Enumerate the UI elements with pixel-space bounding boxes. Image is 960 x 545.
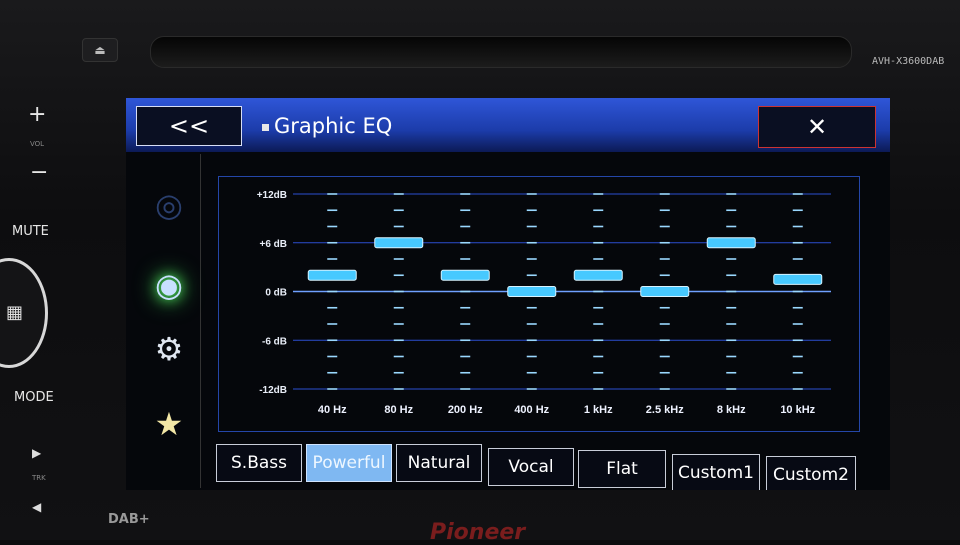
eq-slider xyxy=(374,237,424,249)
preset-custom2-button[interactable]: Custom2 xyxy=(766,456,856,490)
x-tick-label: 200 Hz xyxy=(448,404,483,416)
preset-vocal-button[interactable]: Vocal xyxy=(488,448,574,486)
title-bar: << Graphic EQ ✕ xyxy=(126,98,890,152)
eq-slider xyxy=(307,269,357,281)
y-tick-label: 0 dB xyxy=(265,288,287,299)
prev-track-icon[interactable]: ◀ xyxy=(32,500,41,514)
track-label: TRK xyxy=(32,474,46,482)
preset-sbass-button[interactable]: S.Bass xyxy=(216,444,302,482)
y-tick-label: +12dB xyxy=(257,190,287,201)
eq-slider xyxy=(507,286,557,297)
home-grid-icon[interactable]: ▦ xyxy=(6,302,23,323)
mute-button[interactable]: MUTE xyxy=(12,224,49,239)
x-tick-label: 10 kHz xyxy=(780,404,815,416)
settings-icon[interactable]: ⚙ xyxy=(144,324,194,374)
eq-panel: +12dB +6 dB 0 dB -6 dB -12dB 40 Hz 80 Hz 200 Hz… xyxy=(218,176,860,432)
x-tick-label: 400 Hz xyxy=(514,404,549,416)
dab-logo: DAB+ xyxy=(108,512,150,527)
title-bullet xyxy=(262,124,269,131)
preset-custom1-button[interactable]: Custom1 xyxy=(672,454,760,490)
close-button[interactable]: ✕ xyxy=(758,106,876,148)
x-tick-label: 80 Hz xyxy=(384,404,413,416)
eq-chart: +12dB +6 dB 0 dB -6 dB -12dB 40 Hz 80 Hz 200 Hz… xyxy=(257,190,831,416)
volume-up-button[interactable]: + xyxy=(28,102,46,127)
eq-slider xyxy=(773,273,823,285)
preset-powerful-button[interactable]: Powerful xyxy=(306,444,392,482)
model-label: AVH-X3600DAB xyxy=(872,56,945,67)
x-tick-label: 2.5 kHz xyxy=(646,404,684,416)
side-menu: ◎ ◉ ⚙ ★ xyxy=(134,154,201,488)
disc-slot xyxy=(150,36,852,68)
y-tick-label: +6 dB xyxy=(259,239,287,250)
speaker-icon[interactable]: ◉ xyxy=(144,260,194,310)
volume-down-button[interactable]: − xyxy=(30,160,48,185)
favorite-icon[interactable]: ★ xyxy=(144,399,194,449)
back-button[interactable]: << xyxy=(136,106,242,146)
eq-slider xyxy=(706,237,756,249)
x-tick-label: 40 Hz xyxy=(318,404,347,416)
audio-icon[interactable]: ◎ xyxy=(144,180,194,230)
volume-label: VOL xyxy=(30,140,45,148)
x-tick-label: 1 kHz xyxy=(584,404,613,416)
brand-logo: Pioneer xyxy=(430,520,526,545)
x-tick-label: 8 kHz xyxy=(717,404,746,416)
eject-button[interactable]: ⏏ xyxy=(82,38,118,62)
eq-slider xyxy=(573,269,623,281)
y-tick-label: -6 dB xyxy=(262,336,287,347)
eq-slider xyxy=(440,269,490,281)
mode-button[interactable]: MODE xyxy=(14,390,54,405)
preset-flat-button[interactable]: Flat xyxy=(578,450,666,488)
display-screen: << Graphic EQ ✕ ◎ ◉ ⚙ ★ +12dB +6 dB 0 dB -6… xyxy=(126,98,890,490)
preset-natural-button[interactable]: Natural xyxy=(396,444,482,482)
eq-slider xyxy=(640,286,690,297)
page-title: Graphic EQ xyxy=(274,114,393,138)
y-tick-label: -12dB xyxy=(259,385,287,396)
next-track-icon[interactable]: ▶ xyxy=(32,446,41,460)
